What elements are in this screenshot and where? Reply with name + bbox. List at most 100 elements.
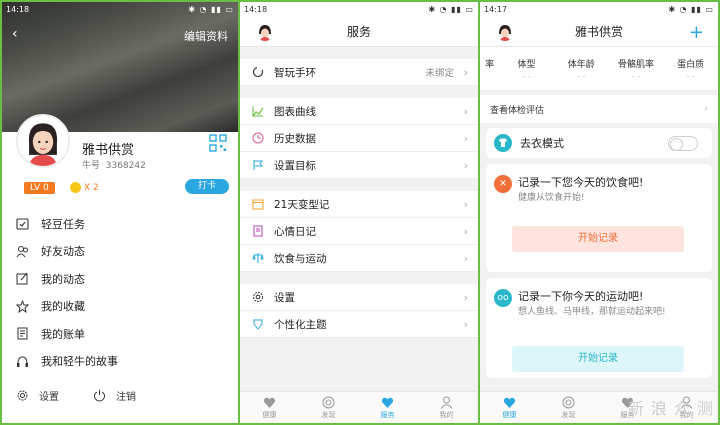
services-list: 智玩手环 未绑定 › 图表曲线 › 历史数据 › 设置目标 › 21天变型记 › 心情日记 › 饮食与运动… — [240, 59, 478, 338]
menu-label: 我的收藏 — [41, 300, 85, 314]
calendar-icon — [252, 199, 264, 210]
back-icon[interactable]: ‹ — [12, 26, 18, 42]
service-value: 未绑定 — [425, 68, 454, 79]
metric-value: - - — [631, 72, 641, 81]
qr-code-icon[interactable] — [209, 134, 227, 152]
tab-2[interactable]: 服务 — [358, 392, 417, 423]
friends-icon — [16, 245, 28, 258]
user-id-label: 牛号 — [82, 161, 101, 171]
checkin-button[interactable]: 打卡 — [185, 179, 229, 194]
menu-label: 我的动态 — [41, 272, 85, 286]
profile-footer: 设置 注销 — [16, 388, 136, 403]
watermark: 新 浪 众 测 — [627, 399, 714, 418]
service-label: 图表曲线 — [274, 105, 316, 118]
mini-avatar[interactable] — [256, 23, 274, 41]
service-row[interactable]: 饮食与运动 › — [240, 245, 478, 272]
service-row[interactable]: 图表曲线 › — [240, 98, 478, 125]
history-icon — [252, 132, 264, 144]
task-icon — [16, 218, 29, 230]
service-label: 个性化主题 — [274, 318, 327, 331]
edit-profile-button[interactable]: 编辑资料 — [184, 28, 228, 44]
status-icons: ✱ ◔ ▮▮ ▭ — [668, 5, 714, 14]
menu-label: 我的账单 — [41, 327, 85, 341]
scale-icon — [252, 253, 264, 263]
chevron-right-icon: › — [463, 197, 468, 211]
menu-label: 我和轻牛的故事 — [41, 355, 118, 369]
tab-0[interactable]: 健康 — [480, 392, 539, 423]
settings-button[interactable]: 设置 — [16, 388, 59, 403]
menu-item-story[interactable]: 我和轻牛的故事 — [2, 348, 238, 376]
service-row[interactable]: 21天变型记 › — [240, 191, 478, 218]
profile-menu: 轻豆任务 好友动态 我的动态 我的收藏 我的账单 我和轻牛的故事 — [2, 210, 238, 375]
status-time: 14:18 — [244, 5, 268, 14]
metric[interactable]: 率 — [480, 47, 499, 90]
tab-icon — [322, 396, 335, 408]
star-icon — [16, 299, 29, 313]
services-section: 设置 › 个性化主题 › — [240, 284, 478, 338]
tab-0[interactable]: 健康 — [240, 392, 299, 423]
logout-label: 注销 — [116, 392, 136, 403]
service-row[interactable]: 心情日记 › — [240, 218, 478, 245]
service-label: 饮食与运动 — [274, 252, 327, 265]
settings-label: 设置 — [39, 392, 59, 403]
tab-icon — [440, 396, 453, 409]
service-row[interactable]: 历史数据 › — [240, 125, 478, 152]
tab-label: 我的 — [439, 410, 454, 419]
metric-value: - - — [522, 72, 531, 81]
menu-item-bills[interactable]: 我的账单 — [2, 320, 238, 348]
flag-icon — [253, 160, 264, 170]
metric[interactable]: 蛋白质 - - — [663, 47, 718, 90]
evaluation-link[interactable]: 查看体检评估 › — [480, 95, 718, 123]
service-row[interactable]: 设置 › — [240, 284, 478, 311]
tab-1[interactable]: 发现 — [299, 392, 358, 423]
theme-icon — [253, 319, 263, 330]
menu-item-friends[interactable]: 好友动态 — [2, 238, 238, 266]
chevron-right-icon: › — [704, 104, 708, 114]
metric[interactable]: 体年龄 - - — [554, 47, 609, 90]
undress-mode-row: 去衣模式 — [486, 128, 712, 158]
diet-subtitle: 健康从饮食开始! — [518, 193, 585, 203]
gear-icon — [253, 292, 263, 302]
service-row[interactable]: 智玩手环 未绑定 › — [240, 59, 478, 86]
chevron-right-icon: › — [463, 251, 468, 265]
sport-start-button[interactable]: 开始记录 — [512, 346, 684, 372]
menu-item-my-posts[interactable]: 我的动态 — [2, 265, 238, 293]
tab-1[interactable]: 发现 — [539, 392, 598, 423]
user-id: 牛号 3368242 — [82, 158, 146, 171]
mini-avatar[interactable] — [496, 23, 514, 41]
services-panel: 14:18 ✱ ◔ ▮▮ ▭ 服务 智玩手环 未绑定 › 图表曲线 › 历史数据 › 设置目标… — [240, 0, 480, 425]
diet-card: ✕ 记录一下您今天的饮食吧! 健康从饮食开始! 开始记录 — [486, 164, 712, 272]
metric[interactable]: 骨骼肌率 - - — [609, 47, 664, 90]
add-icon[interactable]: + — [689, 22, 704, 43]
status-bar: 14:18 ✱ ◔ ▮▮ ▭ — [240, 2, 478, 17]
undress-toggle[interactable] — [668, 136, 698, 151]
chevron-right-icon: › — [463, 158, 468, 172]
chevron-right-icon: › — [463, 65, 468, 79]
status-time: 14:18 — [6, 5, 30, 14]
bill-icon — [17, 327, 28, 340]
profile-cover: 14:18 ✱ ◔ ▮▮ ▭ ‹ 编辑资料 — [2, 2, 238, 132]
metric[interactable]: 体型 - - — [499, 47, 554, 90]
service-row[interactable]: 个性化主题 › — [240, 311, 478, 338]
page-title: 雅书供赏 — [574, 25, 623, 39]
avatar[interactable] — [16, 114, 70, 168]
profile-panel: 14:18 ✱ ◔ ▮▮ ▭ ‹ 编辑资料 雅书供赏 牛号 3368242 LV… — [0, 0, 240, 425]
tab-label: 服务 — [380, 410, 395, 419]
chevron-right-icon: › — [463, 104, 468, 118]
menu-item-favorites[interactable]: 我的收藏 — [2, 293, 238, 321]
coin-icon — [70, 182, 81, 193]
diary-icon — [253, 225, 263, 237]
tab-label: 发现 — [561, 410, 576, 419]
logout-button[interactable]: 注销 — [93, 388, 136, 403]
band-icon — [252, 66, 264, 78]
tab-3[interactable]: 我的 — [417, 392, 476, 423]
power-icon — [93, 390, 106, 402]
tab-label: 健康 — [262, 410, 277, 419]
service-row[interactable]: 设置目标 › — [240, 152, 478, 179]
diet-icon: ✕ — [494, 175, 512, 193]
services-header: 服务 — [240, 17, 478, 47]
diet-start-button[interactable]: 开始记录 — [512, 226, 684, 252]
sport-subtitle: 想人鱼线、马甲线，那就运动起来吧! — [518, 307, 666, 317]
menu-item-tasks[interactable]: 轻豆任务 — [2, 210, 238, 238]
coin-value: X 2 — [84, 182, 99, 193]
